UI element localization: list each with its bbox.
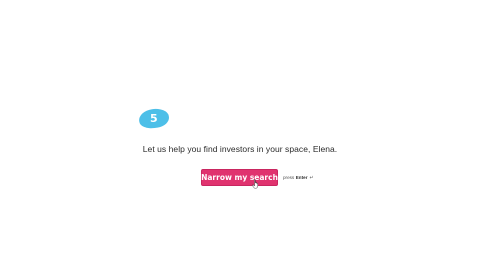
cta-row: Narrow my search press Enter ↵ [201, 169, 314, 189]
step-number-badge: 5 [137, 107, 171, 130]
question-prompt: Let us help you find investors in your s… [142, 144, 338, 154]
step-number: 5 [150, 112, 158, 125]
hint-key: Enter [295, 175, 308, 180]
form-step-screen: 5 Let us help you find investors in your… [0, 0, 480, 270]
enter-return-icon: ↵ [309, 174, 314, 181]
keyboard-hint: press Enter ↵ [283, 175, 314, 181]
hand-pointer-icon [252, 179, 258, 189]
narrow-my-search-label: Narrow my search [201, 173, 278, 182]
hint-prefix: press [283, 175, 295, 180]
narrow-my-search-button[interactable]: Narrow my search [201, 169, 278, 189]
